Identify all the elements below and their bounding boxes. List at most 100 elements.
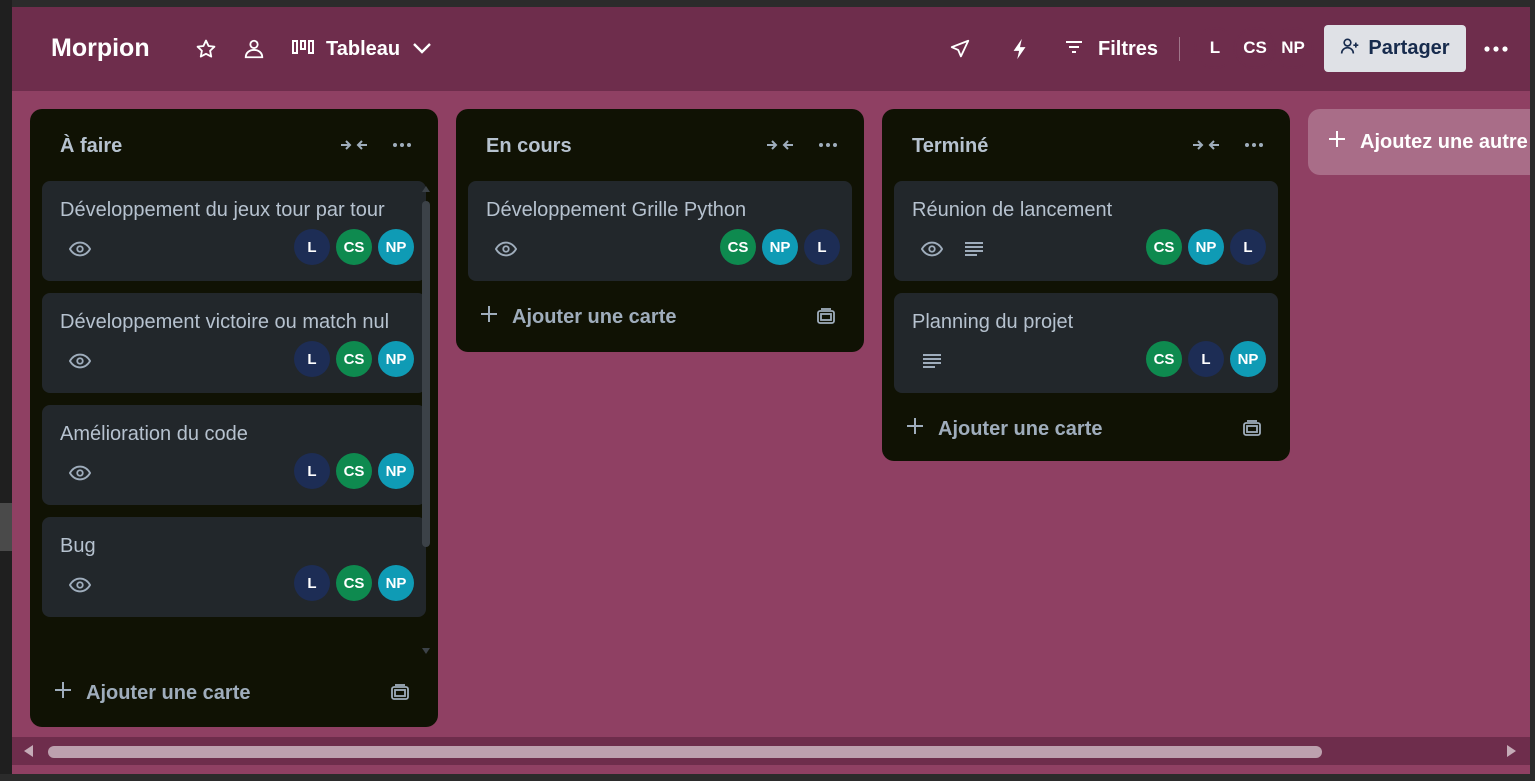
avatar[interactable]: L [294,565,330,601]
avatar[interactable]: NP [1188,229,1224,265]
add-member-icon [1340,36,1360,62]
avatar[interactable]: CS [336,341,372,377]
list-title[interactable]: Terminé [912,135,988,158]
avatar[interactable]: L [1230,229,1266,265]
header-divider [1179,37,1180,61]
card[interactable]: Développement du jeux tour par tour L CS… [42,181,426,281]
automation-icon[interactable] [1004,33,1036,65]
board-view-switcher[interactable]: Tableau [292,29,432,69]
avatar[interactable]: L [294,453,330,489]
card[interactable]: Réunion de lancement CS NP L [894,181,1278,281]
list-menu-icon[interactable] [388,133,416,157]
avatar[interactable]: NP [378,341,414,377]
card-title: Planning du projet [912,311,1074,333]
card-members: CS NP L [1140,229,1266,265]
add-list-label: Ajoutez une autre liste [1360,130,1530,153]
avatar[interactable]: CS [1146,229,1182,265]
member-avatar[interactable]: CS [1234,27,1276,69]
board-title[interactable]: Morpion [51,34,150,63]
card[interactable]: Développement victoire ou match nul L CS… [42,293,426,393]
list-header: En cours [456,109,864,181]
avatar[interactable]: CS [720,229,756,265]
board-canvas: Morpion Tableau Filtres L CS NP Partager… [12,7,1530,774]
avatar[interactable]: NP [1230,341,1266,377]
list-title[interactable]: À faire [60,135,122,158]
member-avatar[interactable]: NP [1272,27,1314,69]
eye-icon [66,347,94,375]
eye-icon [66,571,94,599]
card-members: L CS NP [288,229,414,265]
avatar[interactable]: NP [378,229,414,265]
scroll-left-icon[interactable] [22,744,36,758]
add-card-button[interactable]: Ajouter une carte [882,399,1290,459]
card-members: L CS NP [288,453,414,489]
card-template-icon[interactable] [1238,415,1266,443]
card-template-icon[interactable] [386,679,414,707]
board-view-icon [292,38,314,61]
add-card-label: Ajouter une carte [86,681,251,704]
card-title: Bug [60,535,96,557]
share-button[interactable]: Partager [1324,25,1466,72]
list-scrollbar-thumb[interactable] [422,201,430,547]
window-bottom-edge [0,774,1535,781]
avatar[interactable]: CS [1146,341,1182,377]
avatar[interactable]: NP [762,229,798,265]
scrollbar-thumb[interactable] [48,746,1322,758]
collapse-list-icon[interactable] [338,133,370,157]
member-avatar[interactable]: L [1194,27,1236,69]
card[interactable]: Développement Grille Python CS NP L [468,181,852,281]
list-menu-icon[interactable] [1240,133,1268,157]
card-list: Développement du jeux tour par tour L CS… [30,181,438,661]
list-title[interactable]: En cours [486,135,572,158]
avatar[interactable]: CS [336,229,372,265]
add-card-label: Ajouter une carte [512,305,677,328]
card[interactable]: Planning du projet CS L NP [894,293,1278,393]
workspace-visibility-icon[interactable] [238,33,270,65]
add-list-button[interactable]: Ajoutez une autre liste [1308,109,1530,175]
add-card-button[interactable]: Ajouter une carte [30,663,438,723]
share-label: Partager [1368,37,1450,59]
power-ups-icon[interactable] [944,33,976,65]
description-icon [960,235,988,263]
avatar[interactable]: L [294,229,330,265]
view-label: Tableau [326,37,401,60]
window-right-edge [1530,0,1535,781]
avatar[interactable]: CS [336,565,372,601]
board-horizontal-scrollbar[interactable] [12,737,1530,765]
avatar[interactable]: L [804,229,840,265]
plus-icon [54,681,72,705]
card-members: CS L NP [1140,341,1266,377]
star-icon[interactable] [190,33,222,65]
member-initials: L [1209,38,1221,57]
card-template-icon[interactable] [812,303,840,331]
add-card-button[interactable]: Ajouter une carte [456,287,864,347]
edge-marker [0,503,12,551]
collapse-list-icon[interactable] [764,133,796,157]
list-header: À faire [30,109,438,181]
avatar[interactable]: NP [378,565,414,601]
add-card-label: Ajouter une carte [938,417,1103,440]
card-title: Amélioration du code [60,423,248,445]
window-top-edge [0,0,1535,7]
card[interactable]: Bug L CS NP [42,517,426,617]
collapse-list-icon[interactable] [1190,133,1222,157]
member-initials: CS [1243,38,1267,57]
list-menu-icon[interactable] [814,133,842,157]
card[interactable]: Amélioration du code L CS NP [42,405,426,505]
card-members: L CS NP [288,341,414,377]
avatar[interactable]: L [1188,341,1224,377]
window-left-edge [0,0,12,781]
scroll-right-icon[interactable] [1506,744,1520,758]
eye-icon [66,459,94,487]
avatar[interactable]: L [294,341,330,377]
list-scrollbar[interactable] [418,183,432,655]
eye-icon [66,235,94,263]
more-options-icon[interactable] [1480,33,1512,65]
list-termine: Terminé Réunion de lancement CS NP L Pla… [882,109,1290,461]
avatar[interactable]: NP [378,453,414,489]
card-title: Développement victoire ou match nul [60,311,390,333]
avatar[interactable]: CS [336,453,372,489]
eye-icon [918,235,946,263]
filter-button[interactable]: Filtres [1064,29,1158,69]
member-initials: NP [1281,38,1305,57]
